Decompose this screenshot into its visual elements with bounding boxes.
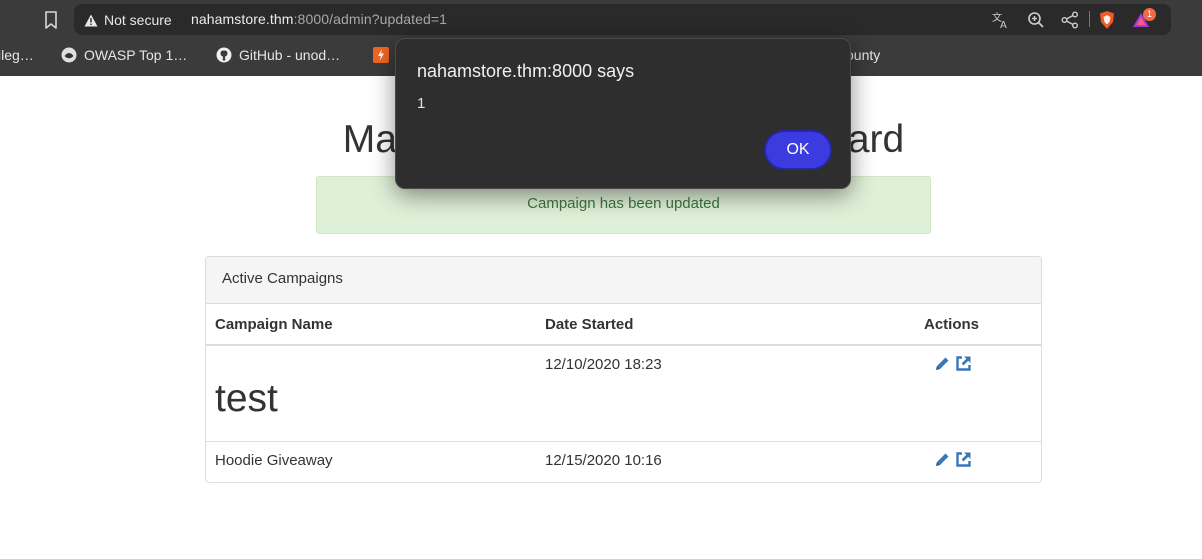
bookmark-favicon-icon [373,47,389,63]
zoom-icon[interactable] [1026,10,1046,30]
brave-shield-icon[interactable] [1097,10,1117,30]
actions-cell [915,345,1041,442]
bookmark-icon[interactable] [42,10,60,30]
edit-icon[interactable] [934,451,951,468]
bookmark-item-bounty[interactable]: ounty [846,46,880,64]
translate-icon[interactable]: 文 A [991,10,1011,30]
campaign-name: test [215,377,278,420]
bookmark-label: GitHub - unod… [239,47,341,63]
bookmark-item-owasp[interactable]: OWASP Top 1… [61,46,187,64]
open-external-icon[interactable] [955,451,972,468]
bookmark-item-3[interactable] [373,46,389,64]
bookmark-label: ounty [846,47,881,63]
security-indicator[interactable]: Not secure [84,11,172,29]
campaign-name: Hoodie Giveaway [215,451,333,469]
bookmark-item-github[interactable]: GitHub - unod… [216,46,340,64]
column-header-name: Campaign Name [206,304,536,346]
edit-icon[interactable] [934,355,951,372]
url-text[interactable]: nahamstore.thm:8000/admin?updated=1 [191,11,447,27]
alert-dialog: nahamstore.thm:8000 says 1 OK [395,38,851,189]
campaign-name-cell: Hoodie Giveaway [206,441,536,482]
share-icon[interactable] [1060,10,1080,30]
notification-badge: 1 [1143,8,1156,21]
security-label: Not secure [104,12,172,28]
bookmark-label: ileg… [0,47,34,63]
bookmark-item-1[interactable]: ileg… [0,46,34,64]
url-host: nahamstore.thm [191,11,294,27]
dialog-title: nahamstore.thm:8000 says [417,61,635,81]
table-row: test 12/10/2020 18:23 [206,345,1041,442]
dialog-message: 1 [417,95,426,112]
panel-heading: Active Campaigns [206,257,1041,304]
campaign-name-cell: test [206,345,536,442]
toolbar-divider [1089,11,1090,27]
campaigns-table: Campaign Name Date Started Actions test … [206,304,1041,482]
warning-icon [84,14,98,26]
table-header-row: Campaign Name Date Started Actions [206,304,1041,346]
column-header-actions: Actions [915,304,1041,346]
url-path: :8000/admin?updated=1 [293,11,448,27]
table-row: Hoodie Giveaway 12/15/2020 10:16 [206,441,1041,482]
column-header-date: Date Started [536,304,915,346]
owasp-icon [61,47,77,63]
svg-text:A: A [1000,20,1007,30]
campaigns-panel: Active Campaigns Campaign Name Date Star… [205,256,1042,483]
bookmark-label: OWASP Top 1… [84,47,188,63]
github-icon [216,47,232,63]
campaign-date: 12/15/2020 10:16 [545,451,662,469]
date-cell: 12/15/2020 10:16 [536,441,915,482]
campaign-date: 12/10/2020 18:23 [545,356,662,373]
date-cell: 12/10/2020 18:23 [536,345,915,442]
open-external-icon[interactable] [955,355,972,372]
ok-button[interactable]: OK [764,130,832,170]
actions-cell [915,441,1041,482]
